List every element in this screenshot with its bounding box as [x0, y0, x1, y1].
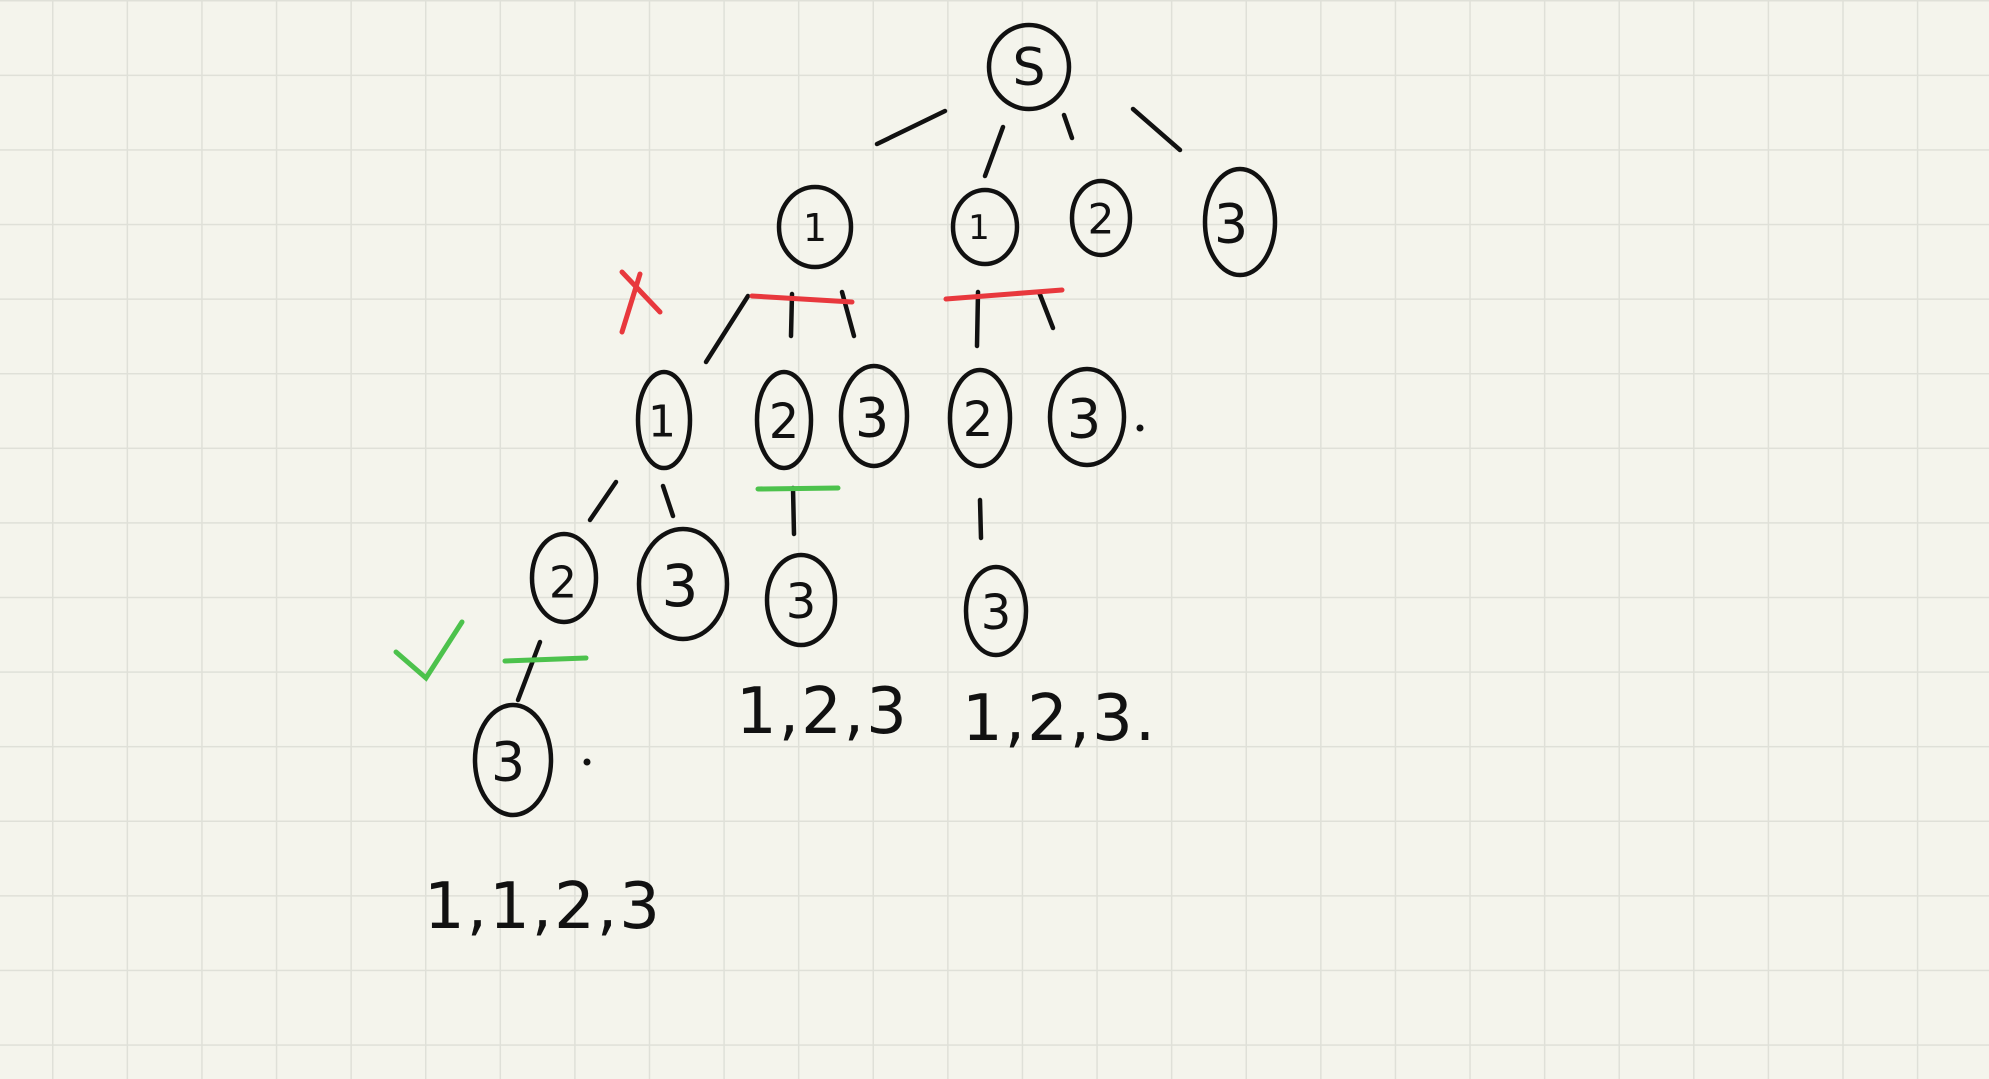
trailing-dot [1136, 424, 1144, 432]
check-icon [393, 619, 465, 682]
edge-root-a1 [874, 108, 948, 147]
node-b1_3: 3 [1047, 366, 1127, 468]
node-label: 2 [963, 392, 994, 448]
node-label: 2 [549, 558, 577, 609]
node-label: 3 [786, 574, 817, 630]
node-label: 1 [803, 206, 827, 250]
node-a1_2_3: 3 [764, 552, 838, 648]
node-label: 3 [1214, 193, 1248, 256]
node-b2: 2 [1069, 178, 1133, 258]
recursion-tree-diagram: S 1 1 2 3 1 2 3 2 3 2 3 3 3 3 1,1,2,3 1,… [393, 22, 1278, 944]
node-label: 2 [1088, 195, 1115, 244]
edge-root-b1 [982, 124, 1006, 179]
node-a1_1: 1 [635, 369, 693, 471]
trailing-dot [583, 758, 591, 766]
edge-a1_1_2-a1_1_2_3 [515, 639, 543, 703]
node-b1_2: 2 [947, 367, 1013, 469]
node-b1: 1 [950, 187, 1020, 267]
node-label: 2 [769, 394, 800, 450]
prune-bar-b1 [943, 287, 1065, 302]
edge-a1_2-a1_2_3 [790, 485, 797, 537]
edge-b1-b1_2 [974, 289, 981, 349]
edge-b1_2-b1_2_3 [977, 497, 984, 541]
keep-bar-a1_1_2 [502, 655, 589, 664]
node-a1_1_3: 3 [636, 526, 730, 642]
edge-a1-a1_1 [703, 293, 751, 365]
node-label: 1 [968, 208, 990, 248]
edge-a1-a1_3 [839, 289, 857, 339]
node-b3: 3 [1202, 166, 1278, 278]
result-sequence-1: 1,1,2,3 [424, 870, 662, 944]
node-label: 3 [491, 731, 525, 794]
result-sequence-2: 1,2,3 [736, 675, 909, 749]
node-b1_2_3: 3 [963, 564, 1029, 658]
edge-a1_1-a1_1_3 [660, 483, 676, 519]
grid-paper-canvas: S 1 1 2 3 1 2 3 2 3 2 3 3 3 3 1,1,2,3 1,… [0, 0, 1989, 1079]
node-a1_1_2: 2 [529, 531, 599, 625]
node-label: 3 [855, 387, 889, 450]
node-root: S [986, 22, 1072, 112]
node-label: 3 [662, 552, 699, 620]
cross-icon [619, 269, 663, 335]
node-label: S [1012, 38, 1045, 98]
edge-a1_1-a1_1_2 [587, 479, 619, 523]
node-label: 1 [648, 397, 676, 448]
node-label: 3 [1067, 388, 1101, 451]
prune-marks [619, 269, 1065, 335]
edge-root-b2 [1061, 112, 1075, 141]
keep-bar-a1_2 [755, 485, 841, 492]
edge-b1-b1_3 [1036, 289, 1056, 331]
result-sequence-3: 1,2,3. [962, 682, 1157, 756]
node-a1_1_2_3: 3 [472, 702, 554, 818]
node-a1: 1 [776, 184, 854, 270]
node-a1_2: 2 [754, 369, 814, 471]
node-label: 3 [981, 585, 1012, 641]
prune-bar-a1 [749, 293, 855, 305]
edge-root-b3 [1130, 106, 1183, 153]
node-a1_3: 3 [838, 363, 910, 469]
